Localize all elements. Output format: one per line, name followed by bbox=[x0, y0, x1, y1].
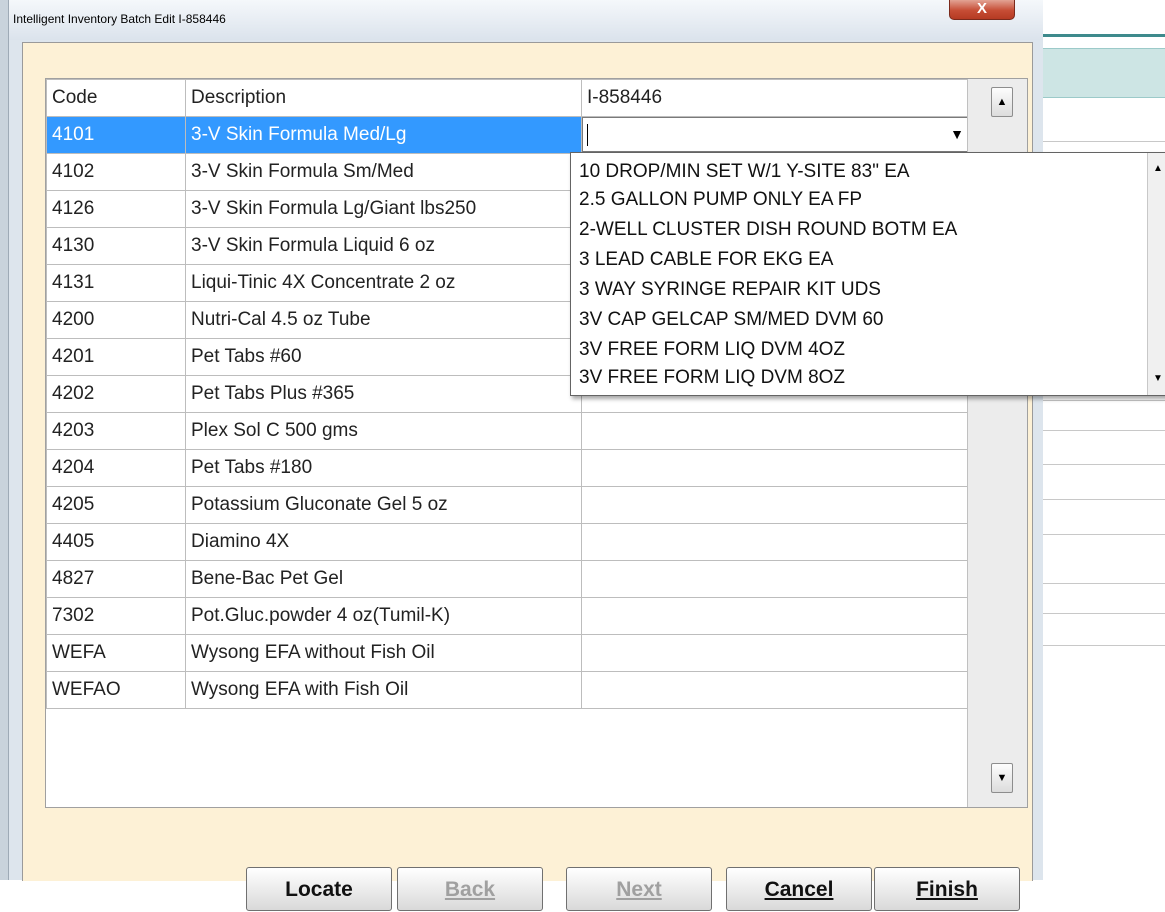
cancel-button[interactable]: Cancel bbox=[726, 867, 872, 911]
background-divider bbox=[1042, 400, 1165, 401]
code-cell[interactable]: WEFAO bbox=[46, 671, 186, 709]
close-icon: X bbox=[976, 0, 987, 17]
column-header-description[interactable]: Description bbox=[185, 79, 582, 117]
value-cell[interactable] bbox=[581, 486, 968, 524]
dropdown-option[interactable]: 3 WAY SYRINGE REPAIR KIT UDS bbox=[579, 279, 881, 301]
description-cell[interactable]: Potassium Gluconate Gel 5 oz bbox=[185, 486, 582, 524]
value-cell[interactable] bbox=[581, 560, 968, 598]
description-cell[interactable]: 3-V Skin Formula Sm/Med bbox=[185, 153, 582, 191]
description-cell[interactable]: 3-V Skin Formula Liquid 6 oz bbox=[185, 227, 582, 265]
finish-button[interactable]: Finish bbox=[874, 867, 1020, 911]
value-cell[interactable] bbox=[581, 449, 968, 487]
column-header-batch[interactable]: I-858446 bbox=[581, 79, 968, 117]
description-cell[interactable]: Wysong EFA with Fish Oil bbox=[185, 671, 582, 709]
description-cell[interactable]: Wysong EFA without Fish Oil bbox=[185, 634, 582, 672]
background-divider bbox=[1042, 613, 1165, 614]
description-cell[interactable]: Pet Tabs #60 bbox=[185, 338, 582, 376]
code-cell[interactable]: 4203 bbox=[46, 412, 186, 450]
column-header-code[interactable]: Code bbox=[46, 79, 186, 117]
code-cell[interactable]: 4131 bbox=[46, 264, 186, 302]
value-cell[interactable] bbox=[581, 671, 968, 709]
description-cell[interactable]: 3-V Skin Formula Med/Lg bbox=[185, 116, 582, 154]
code-cell[interactable]: 4205 bbox=[46, 486, 186, 524]
text-cursor bbox=[587, 124, 588, 146]
table-row[interactable]: 4204 Pet Tabs #180 bbox=[46, 449, 968, 487]
dropdown-arrow-icon[interactable]: ▼ bbox=[950, 126, 964, 142]
description-cell[interactable]: Pet Tabs #180 bbox=[185, 449, 582, 487]
code-cell[interactable]: 4827 bbox=[46, 560, 186, 598]
code-cell[interactable]: 4202 bbox=[46, 375, 186, 413]
code-cell[interactable]: 4126 bbox=[46, 190, 186, 228]
table-row[interactable]: 7302 Pot.Gluc.powder 4 oz(Tumil-K) bbox=[46, 597, 968, 635]
background-divider bbox=[1042, 499, 1165, 500]
code-cell[interactable]: 4130 bbox=[46, 227, 186, 265]
close-button[interactable]: X bbox=[949, 0, 1015, 20]
description-cell[interactable]: Liqui-Tinic 4X Concentrate 2 oz bbox=[185, 264, 582, 302]
code-cell[interactable]: 4204 bbox=[46, 449, 186, 487]
description-cell[interactable]: Diamino 4X bbox=[185, 523, 582, 561]
background-accent-line bbox=[1042, 34, 1165, 37]
dropdown-option[interactable]: 3 LEAD CABLE FOR EKG EA bbox=[579, 249, 833, 271]
description-cell[interactable]: Pet Tabs Plus #365 bbox=[185, 375, 582, 413]
background-divider bbox=[1042, 430, 1165, 431]
scroll-up-arrow-icon[interactable]: ▲ bbox=[1153, 163, 1163, 174]
value-cell[interactable] bbox=[581, 634, 968, 672]
scroll-down-arrow-icon[interactable]: ▼ bbox=[1153, 373, 1163, 384]
dropdown-option[interactable]: 3V CAP GELCAP SM/MED DVM 60 bbox=[579, 309, 883, 331]
table-row[interactable]: WEFAO Wysong EFA with Fish Oil bbox=[46, 671, 968, 709]
description-cell[interactable]: Bene-Bac Pet Gel bbox=[185, 560, 582, 598]
next-button[interactable]: Next bbox=[566, 867, 712, 911]
item-dropdown-list[interactable]: 10 DROP/MIN SET W/1 Y-SITE 83" EA 2.5 GAL… bbox=[570, 152, 1165, 396]
dropdown-option[interactable]: 2-WELL CLUSTER DISH ROUND BOTM EA bbox=[579, 219, 957, 241]
background-header-band bbox=[1042, 48, 1165, 98]
code-cell[interactable]: 7302 bbox=[46, 597, 186, 635]
table-row[interactable]: 4405 Diamino 4X bbox=[46, 523, 968, 561]
next-label: Next bbox=[616, 878, 662, 901]
table-row[interactable]: 4827 Bene-Bac Pet Gel bbox=[46, 560, 968, 598]
background-window bbox=[1042, 0, 1165, 880]
background-divider bbox=[1042, 583, 1165, 584]
scroll-up-arrow-icon[interactable]: ▲ bbox=[991, 87, 1013, 117]
background-divider bbox=[1042, 645, 1165, 646]
description-cell[interactable]: Plex Sol C 500 gms bbox=[185, 412, 582, 450]
code-cell[interactable]: 4201 bbox=[46, 338, 186, 376]
code-cell[interactable]: WEFA bbox=[46, 634, 186, 672]
table-row[interactable]: 4205 Potassium Gluconate Gel 5 oz bbox=[46, 486, 968, 524]
title-bar[interactable]: Intelligent Inventory Batch Edit I-85844… bbox=[9, 0, 1043, 40]
background-divider bbox=[1042, 464, 1165, 465]
dropdown-option[interactable]: 3V FREE FORM LIQ DVM 8OZ bbox=[579, 367, 845, 389]
description-cell[interactable]: Nutri-Cal 4.5 oz Tube bbox=[185, 301, 582, 339]
code-cell[interactable]: 4102 bbox=[46, 153, 186, 191]
table-row[interactable]: 4203 Plex Sol C 500 gms bbox=[46, 412, 968, 450]
description-cell[interactable]: 3-V Skin Formula Lg/Giant lbs250 bbox=[185, 190, 582, 228]
value-cell[interactable] bbox=[581, 523, 968, 561]
back-button[interactable]: Back bbox=[397, 867, 543, 911]
description-cell[interactable]: Pot.Gluc.powder 4 oz(Tumil-K) bbox=[185, 597, 582, 635]
dropdown-option[interactable]: 2.5 GALLON PUMP ONLY EA FP bbox=[579, 189, 862, 211]
back-label: Back bbox=[444, 878, 496, 901]
finish-label: Finish bbox=[916, 878, 978, 901]
table-row[interactable]: WEFA Wysong EFA without Fish Oil bbox=[46, 634, 968, 672]
value-cell[interactable] bbox=[581, 412, 968, 450]
batch-value-combo[interactable]: ▼ bbox=[582, 117, 969, 152]
value-cell[interactable] bbox=[581, 597, 968, 635]
background-divider bbox=[1042, 141, 1165, 142]
dropdown-scrollbar[interactable]: ▲ ▼ bbox=[1147, 153, 1165, 395]
dropdown-option[interactable]: 10 DROP/MIN SET W/1 Y-SITE 83" EA bbox=[579, 161, 910, 183]
cancel-label: Cancel bbox=[764, 878, 834, 901]
header-row: Code Description I-858446 bbox=[46, 79, 968, 117]
background-edge bbox=[0, 0, 8, 880]
scroll-down-arrow-icon[interactable]: ▼ bbox=[991, 763, 1013, 793]
background-divider bbox=[1042, 534, 1165, 535]
code-cell[interactable]: 4200 bbox=[46, 301, 186, 339]
code-cell[interactable]: 4101 bbox=[46, 116, 186, 154]
code-cell[interactable]: 4405 bbox=[46, 523, 186, 561]
window-title: Intelligent Inventory Batch Edit I-85844… bbox=[13, 12, 226, 26]
batch-edit-window: Intelligent Inventory Batch Edit I-85844… bbox=[8, 0, 1043, 911]
dropdown-option[interactable]: 3V FREE FORM LIQ DVM 4OZ bbox=[579, 339, 845, 361]
locate-button[interactable]: Locate bbox=[246, 867, 392, 911]
